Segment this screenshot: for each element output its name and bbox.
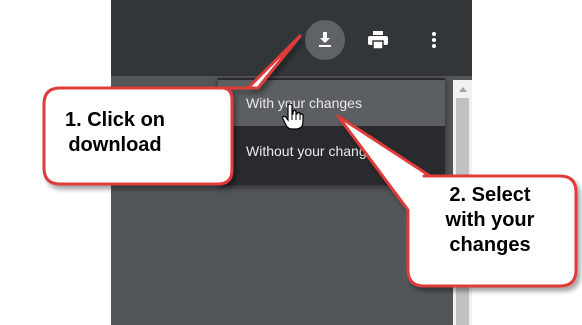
callout-line: download [68, 134, 162, 156]
more-options-button[interactable] [418, 24, 450, 56]
chevron-up-icon [458, 87, 467, 92]
download-menu: With your changes Without your changes [218, 78, 445, 185]
callout-download-text: 1. Click on download [40, 108, 190, 158]
scroll-up-arrow[interactable] [453, 82, 472, 96]
menu-item-label: Without your changes [246, 143, 382, 159]
callout-line: changes [449, 234, 531, 256]
download-icon [319, 32, 331, 47]
more-vert-icon [432, 32, 436, 48]
screenshot: { "toolbar": { "download_icon": "downloa… [0, 0, 582, 325]
menu-item-with-changes[interactable]: With your changes [218, 80, 445, 126]
callout-line: 2. Select [449, 184, 531, 206]
hand-cursor-icon [282, 104, 304, 130]
print-icon [368, 31, 388, 49]
viewer-toolbar [111, 0, 472, 76]
print-button[interactable] [362, 24, 394, 56]
callout-select-text: 2. Select with your changes [405, 183, 575, 258]
callout-line: with your [445, 209, 535, 231]
menu-item-without-changes[interactable]: Without your changes [218, 128, 445, 174]
callout-line: 1. Click on [64, 109, 166, 131]
download-button[interactable] [305, 20, 345, 60]
